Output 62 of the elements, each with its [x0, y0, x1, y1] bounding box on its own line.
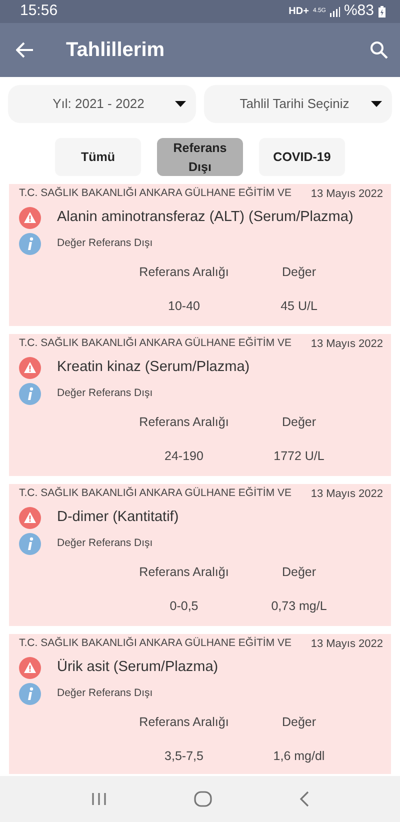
caret-icon [371, 101, 382, 107]
recent-apps-icon[interactable] [91, 792, 108, 806]
dropdown[interactable]: Yıl: 2021 - 2022 [8, 85, 196, 123]
status-time: 15:56 [20, 1, 58, 22]
column-label: Değer [280, 264, 318, 281]
column-label: Değer [280, 564, 318, 581]
hospital-name: T.C. SAĞLIK BAKANLIĞI ANKARA GÜLHANE EĞİTİM VE [19, 186, 292, 201]
info-icon[interactable] [19, 682, 41, 704]
warning-icon [19, 506, 41, 528]
warning-icon [19, 656, 41, 678]
filter-tab[interactable]: Tümü [55, 138, 141, 176]
result-date: 13 Mayıs 2022 [310, 637, 383, 652]
column-label: Değer [280, 714, 318, 731]
back-arrow-icon[interactable] [16, 42, 34, 58]
result-value: 1772 U/L [272, 448, 326, 466]
back-icon[interactable] [298, 791, 309, 807]
info-icon[interactable] [19, 232, 41, 254]
search-icon[interactable] [370, 41, 388, 59]
reference-range: 0-0,5 [168, 598, 200, 616]
screen-title: Tahlillerim [66, 38, 165, 63]
result-value: 45 U/L [280, 298, 318, 316]
column-label: Referans Aralığı [138, 564, 230, 581]
reference-range: 24-190 [164, 448, 204, 466]
result-date: 13 Mayıs 2022 [310, 337, 383, 352]
status-text: Değer Referans Dışı [57, 386, 154, 402]
signal-icon [330, 6, 340, 16]
hospital-name: T.C. SAĞLIK BAKANLIĞI ANKARA GÜLHANE EĞİTİM VE [19, 486, 292, 501]
result-card[interactable]: T.C. SAĞLIK BAKANLIĞI ANKARA GÜLHANE EĞİTİM VE 13 Mayıs 2022 Alanin aminotransferaz (ALT) (Serum/Plazma) Değer Referans Dışı Referans Aralığı Değer 10-40 45 U/L [9, 184, 391, 326]
dropdown[interactable]: Tahlil Tarihi Seçiniz [204, 85, 392, 123]
status-text: Değer Referans Dışı [57, 236, 154, 252]
result-card[interactable]: T.C. SAĞLIK BAKANLIĞI ANKARA GÜLHANE EĞİTİM VE 13 Mayıs 2022 Ürik asit (Serum/Plazma) Değer Referans Dışı Referans Aralığı Değer 3,5-7,5 1,6 mg/dl [9, 634, 391, 774]
reference-range: 10-40 [167, 298, 201, 316]
status-text: Değer Referans Dışı [57, 536, 154, 552]
filter-tab[interactable]: COVID-19 [259, 138, 345, 176]
test-name: Ürik asit (Serum/Plazma) [57, 658, 218, 676]
filter-tab[interactable]: Referans Dışı [157, 138, 243, 176]
battery-percent: %83 [344, 1, 374, 22]
network-label: HD+ [288, 5, 309, 19]
hospital-name: T.C. SAĞLIK BAKANLIĞI ANKARA GÜLHANE EĞİTİM VE [19, 636, 292, 651]
result-date: 13 Mayıs 2022 [310, 487, 383, 502]
column-label: Referans Aralığı [138, 714, 230, 731]
result-value: 0,73 mg/L [270, 598, 328, 616]
status-text: Değer Referans Dışı [57, 686, 154, 702]
result-card[interactable]: T.C. SAĞLIK BAKANLIĞI ANKARA GÜLHANE EĞİTİM VE 13 Mayıs 2022 D-dimer (Kantitatif) Değer Referans Dışı Referans Aralığı Değer 0-0,5 0,73 mg/L [9, 484, 391, 626]
test-name: Kreatin kinaz (Serum/Plazma) [57, 358, 250, 376]
column-label: Referans Aralığı [138, 264, 230, 281]
warning-icon [19, 206, 41, 228]
home-icon[interactable] [194, 791, 212, 807]
test-name: D-dimer (Kantitatif) [57, 508, 179, 526]
result-date: 13 Mayıs 2022 [310, 187, 383, 202]
reference-range: 3,5-7,5 [164, 748, 204, 766]
info-icon[interactable] [19, 532, 41, 554]
column-label: Referans Aralığı [138, 414, 230, 431]
caret-icon [175, 101, 186, 107]
battery-icon [378, 6, 386, 18]
result-card[interactable]: T.C. SAĞLIK BAKANLIĞI ANKARA GÜLHANE EĞİTİM VE 13 Mayıs 2022 Kreatin kinaz (Serum/Plazma) Değer Referans Dışı Referans Aralığı Değer 24-190 1772 U/L [9, 334, 391, 476]
hospital-name: T.C. SAĞLIK BAKANLIĞI ANKARA GÜLHANE EĞİTİM VE [19, 336, 292, 351]
warning-icon [19, 356, 41, 378]
column-label: Değer [280, 414, 318, 431]
result-value: 1,6 mg/dl [272, 748, 326, 766]
info-icon[interactable] [19, 382, 41, 404]
test-name: Alanin aminotransferaz (ALT) (Serum/Plazma) [57, 208, 354, 226]
